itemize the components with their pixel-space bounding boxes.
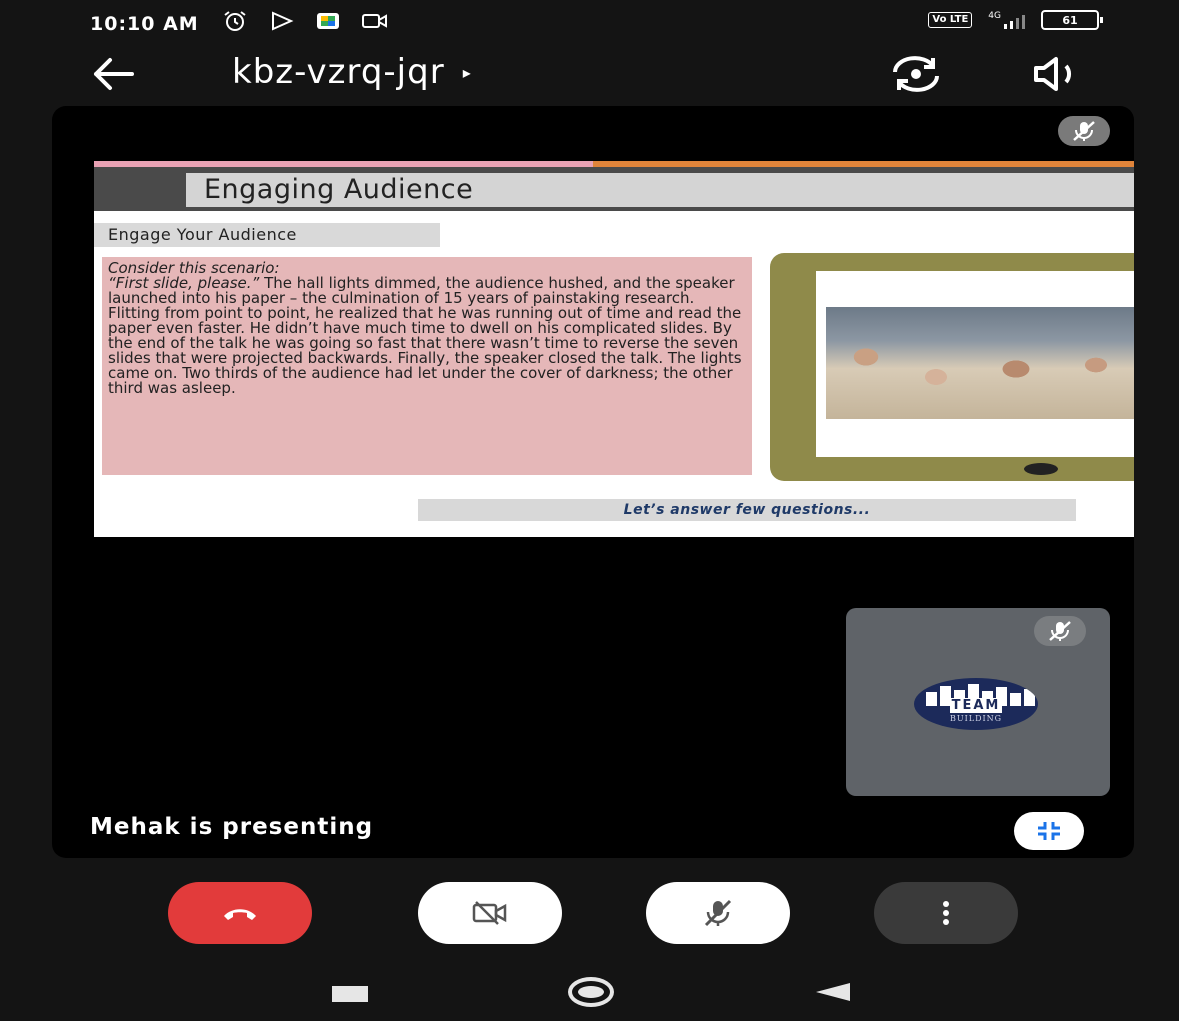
minimize-icon — [1038, 822, 1060, 840]
battery-icon: 61 — [1041, 10, 1103, 30]
end-call-button[interactable] — [168, 882, 312, 944]
meet-app-icon — [317, 13, 339, 29]
video-record-icon — [362, 14, 387, 28]
back-nav-button[interactable] — [816, 983, 850, 1001]
phone-hangup-icon — [224, 909, 256, 920]
status-system-icons: Vo LTE 4G 61 — [928, 10, 1103, 30]
battery-level: 61 — [1062, 13, 1078, 27]
more-vertical-icon — [943, 901, 949, 925]
recents-nav-button[interactable] — [332, 986, 368, 1002]
self-video-tile[interactable]: TEAM BUILDING — [846, 608, 1110, 796]
status-time: 10:10 AM — [90, 13, 199, 35]
meeting-room-photo — [826, 307, 1134, 419]
slide-text-box: Consider this scenario: “First slide, pl… — [102, 257, 752, 475]
home-nav-button[interactable] — [568, 977, 614, 1007]
status-notification-icons — [222, 10, 388, 32]
volte-icon: Vo LTE — [928, 12, 973, 28]
system-nav-bar — [0, 966, 1179, 1021]
play-store-icon — [272, 11, 294, 31]
expand-caret-icon: ▸ — [462, 62, 472, 82]
presentation-stage: Engaging Audience Engage Your Audience C… — [52, 106, 1134, 858]
presenting-label: Mehak is presenting — [90, 814, 374, 840]
mic-off-icon — [1073, 121, 1095, 141]
arrow-left-icon[interactable] — [86, 52, 140, 96]
meeting-code-button[interactable]: kbz-vzrq-jqr ▸ — [232, 52, 472, 92]
slide-tablet-frame — [770, 253, 1134, 481]
camera-toggle-button[interactable] — [418, 882, 562, 944]
logo-sub: BUILDING — [949, 714, 1003, 723]
slide-subheading: Engage Your Audience — [94, 223, 440, 247]
camera-off-icon — [472, 901, 507, 925]
mic-toggle-button[interactable] — [646, 882, 790, 944]
shared-slide: Engaging Audience Engage Your Audience C… — [94, 161, 1134, 537]
signal-icon: 4G — [988, 11, 1025, 29]
network-type-label: 4G — [988, 11, 1001, 21]
alarm-icon — [224, 11, 246, 31]
team-building-logo: TEAM BUILDING — [914, 678, 1038, 730]
call-header: kbz-vzrq-jqr ▸ — [0, 44, 1179, 104]
presenter-mic-off-indicator — [1058, 116, 1110, 146]
slide-title: Engaging Audience — [186, 173, 1134, 207]
call-controls — [0, 882, 1179, 948]
mic-off-icon — [1049, 621, 1071, 641]
speaker-icon[interactable] — [1030, 54, 1092, 94]
slide-footer-prompt: Let’s answer few questions... — [418, 499, 1076, 521]
slide-body: The hall lights dimmed, the audience hus… — [108, 274, 742, 397]
status-bar: 10:10 AM Vo LTE 4G 61 — [0, 0, 1179, 50]
logo-word: TEAM — [949, 698, 1003, 713]
self-mic-off-indicator — [1034, 616, 1086, 646]
minimize-button[interactable] — [1014, 812, 1084, 850]
camera-switch-icon[interactable] — [885, 52, 947, 96]
meeting-code: kbz-vzrq-jqr — [232, 52, 445, 92]
slide-tablet-screen — [816, 271, 1134, 457]
tablet-home-button — [1024, 463, 1058, 475]
mic-off-icon — [704, 899, 732, 927]
more-options-button[interactable] — [874, 882, 1018, 944]
